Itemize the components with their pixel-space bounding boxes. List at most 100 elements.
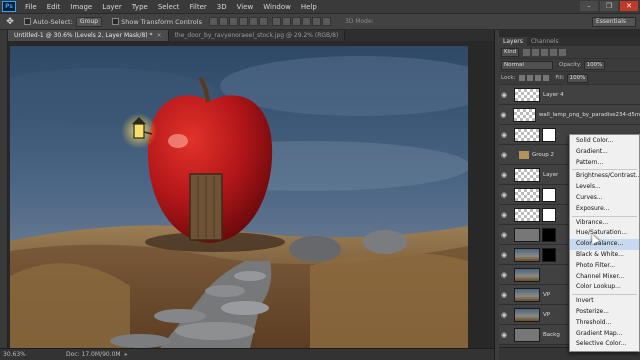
tools-panel[interactable] [0, 30, 8, 348]
minimize-button[interactable]: – [580, 1, 598, 11]
visibility-eye-icon[interactable]: ◉ [499, 271, 509, 279]
adjustment-menu-item[interactable]: Levels... [570, 182, 639, 193]
visibility-eye-icon[interactable]: ◉ [499, 131, 509, 139]
adjustment-menu-item[interactable]: Gradient Map... [570, 329, 639, 340]
distribute-center-icon[interactable] [311, 17, 321, 26]
align-top-icon[interactable] [208, 17, 218, 26]
lock-image-icon[interactable] [527, 75, 534, 81]
pixel-filter-icon[interactable] [523, 48, 531, 56]
layer-name[interactable]: Group 2 [532, 152, 554, 158]
close-tab-icon[interactable]: × [157, 32, 162, 39]
distribute-right-icon[interactable] [321, 17, 331, 26]
visibility-eye-icon[interactable]: ◉ [499, 171, 509, 179]
menu-select[interactable]: Select [153, 3, 185, 11]
menu-image[interactable]: Image [65, 3, 97, 11]
tab-the-door[interactable]: the_door_by_ravyenoraeel_stock.jpg @ 29.… [168, 30, 346, 41]
adjustment-menu-item[interactable]: Gradient... [570, 147, 639, 158]
restore-button[interactable]: ❐ [600, 1, 618, 11]
move-tool-icon[interactable]: ✥ [3, 16, 17, 28]
layer-name[interactable]: VP [543, 312, 550, 318]
layer-name[interactable]: VP [543, 292, 550, 298]
visibility-eye-icon[interactable]: ◉ [499, 231, 509, 239]
zoom-level[interactable]: 30.63% [0, 351, 26, 358]
align-bottom-icon[interactable] [228, 17, 238, 26]
shape-filter-icon[interactable] [550, 48, 558, 56]
visibility-eye-icon[interactable]: ◉ [499, 151, 509, 159]
adjustment-menu-item[interactable]: Posterize... [570, 307, 639, 318]
visibility-eye-icon[interactable]: ◉ [499, 211, 509, 219]
distribute-left-icon[interactable] [301, 17, 311, 26]
workspace-switcher[interactable]: Essentials [592, 17, 636, 27]
menu-help[interactable]: Help [296, 3, 322, 11]
menu-layer[interactable]: Layer [97, 3, 127, 11]
menu-type[interactable]: Type [127, 3, 153, 11]
tab-layers[interactable]: Layers [499, 37, 527, 46]
adjustment-menu-item[interactable]: Threshold... [570, 318, 639, 329]
visibility-eye-icon[interactable]: ◉ [499, 311, 509, 319]
layer-name[interactable]: Backg [543, 332, 560, 338]
distribute-bottom-icon[interactable] [291, 17, 301, 26]
auto-select-checkbox[interactable] [24, 18, 31, 25]
visibility-eye-icon[interactable]: ◉ [499, 111, 508, 119]
menu-filter[interactable]: Filter [184, 3, 211, 11]
adjustment-menu-item[interactable]: Invert [570, 296, 639, 307]
visibility-eye-icon[interactable]: ◉ [499, 251, 509, 259]
type-filter-icon[interactable] [541, 48, 549, 56]
adjustment-menu-item[interactable]: Pattern... [570, 158, 639, 169]
adjustment-menu-item[interactable]: Brightness/Contrast... [570, 171, 640, 182]
layer-mask-thumbnail[interactable] [542, 247, 556, 262]
visibility-eye-icon[interactable]: ◉ [499, 291, 509, 299]
align-middle-icon[interactable] [218, 17, 228, 26]
adjustment-menu-item[interactable]: Exposure... [570, 204, 639, 215]
layer-mask-thumbnail[interactable] [542, 187, 556, 202]
adjustment-menu-item[interactable]: Curves... [570, 193, 639, 204]
layer-mask-thumbnail[interactable] [542, 207, 556, 222]
smart-object-filter-icon[interactable] [559, 48, 567, 56]
menu-window[interactable]: Window [258, 3, 296, 11]
adjustment-menu-item[interactable]: Vibrance... [570, 218, 639, 229]
blend-mode-dropdown[interactable]: Normal [501, 60, 553, 70]
distribute-middle-icon[interactable] [281, 17, 291, 26]
adjustment-menu-item[interactable]: Hue/Saturation... [570, 228, 639, 239]
visibility-eye-icon[interactable]: ◉ [499, 191, 509, 199]
visibility-eye-icon[interactable]: ◉ [499, 331, 509, 339]
lock-transparent-icon[interactable] [519, 75, 526, 81]
menu-edit[interactable]: Edit [42, 3, 66, 11]
adjustment-menu-item[interactable]: Channel Mixer... [570, 272, 639, 283]
layer-name[interactable]: Layer 4 [543, 92, 564, 98]
menu-file[interactable]: File [20, 3, 42, 11]
fill-input[interactable]: 100% [566, 73, 589, 83]
adjustment-menu-item[interactable]: Color Balance... [570, 239, 639, 250]
kind-filter-dropdown[interactable]: Kind [501, 47, 520, 57]
layer-name[interactable]: wall_lamp_png_by_paradise234-d5mlp3m [539, 112, 640, 118]
menu-3d[interactable]: 3D [212, 3, 232, 11]
menu-view[interactable]: View [232, 3, 259, 11]
adjustment-menu-item[interactable]: Selective Color... [570, 339, 639, 350]
layer-row[interactable]: ◉ Layer 4 [499, 85, 640, 105]
auto-select-dropdown[interactable]: Group [75, 16, 103, 27]
opacity-input[interactable]: 100% [583, 60, 606, 70]
adjustment-menu-item[interactable]: Solid Color... [570, 136, 639, 147]
adjustment-menu-item[interactable]: Color Lookup... [570, 282, 639, 293]
status-menu-arrow-icon[interactable]: ▸ [125, 351, 128, 358]
close-button[interactable]: ✕ [620, 1, 638, 11]
align-center-icon[interactable] [248, 17, 258, 26]
adjustment-menu-item[interactable]: Photo Filter... [570, 261, 639, 272]
adjustment-menu-item[interactable]: Black & White... [570, 250, 639, 261]
lock-position-icon[interactable] [535, 75, 542, 81]
document-canvas[interactable] [10, 46, 468, 348]
layer-mask-thumbnail[interactable] [542, 227, 556, 242]
tab-untitled-1[interactable]: Untitled-1 @ 30.6% (Levels 2, Layer Mask… [8, 30, 169, 41]
layer-row[interactable]: ◉ wall_lamp_png_by_paradise234-d5mlp3m [499, 105, 640, 125]
align-left-icon[interactable] [238, 17, 248, 26]
tab-channels[interactable]: Channels [527, 37, 563, 46]
layer-mask-thumbnail[interactable] [542, 127, 556, 142]
distribute-top-icon[interactable] [271, 17, 281, 26]
visibility-eye-icon[interactable]: ◉ [499, 91, 509, 99]
transform-controls-checkbox[interactable] [112, 18, 120, 25]
layer-name[interactable]: Layer [543, 172, 558, 178]
lock-all-icon[interactable] [543, 75, 550, 81]
canvas-area[interactable] [8, 41, 494, 348]
adjustment-filter-icon[interactable] [532, 48, 540, 56]
align-right-icon[interactable] [258, 17, 268, 26]
